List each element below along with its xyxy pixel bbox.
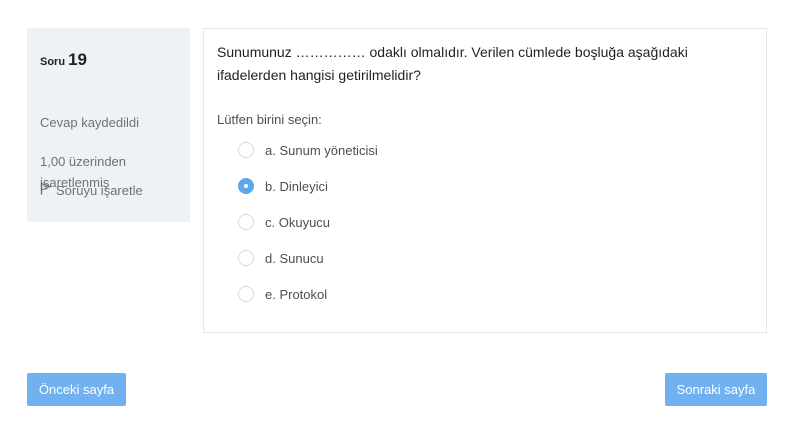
option-e[interactable]: e. Protokol (238, 286, 327, 302)
option-b-label: b. Dinleyici (265, 178, 328, 194)
question-label: Soru (40, 56, 66, 68)
radio-option-a[interactable] (238, 142, 254, 158)
flag-label: Soruyu işaretle (56, 182, 143, 198)
option-e-label: e. Protokol (265, 286, 328, 302)
question-number-value: 19 (68, 50, 87, 69)
question-number: Soru 19 (40, 50, 87, 70)
radio-option-e[interactable] (238, 286, 254, 302)
option-d-label: d. Sunucu (265, 250, 324, 266)
option-c[interactable]: c. Okuyucu (238, 214, 330, 230)
option-a[interactable]: a. Sunum yöneticisi (238, 142, 378, 158)
flag-icon (40, 182, 56, 198)
flag-question-link[interactable]: Soruyu işaretle (40, 182, 143, 198)
question-content: Sunumunuz …………… odaklı olmalıdır. Verile… (203, 28, 767, 333)
question-text: Sunumunuz …………… odaklı olmalıdır. Verile… (217, 44, 688, 83)
answer-prompt: Lütfen birini seçin: (217, 112, 322, 127)
option-a-label: a. Sunum yöneticisi (265, 142, 378, 158)
answer-state: Cevap kaydedildi (40, 115, 140, 130)
question-info-panel: Soru 19 Cevap kaydedildi 1,00 üzerinden i… (27, 28, 190, 222)
radio-option-b[interactable] (238, 178, 254, 194)
option-d[interactable]: d. Sunucu (238, 250, 324, 266)
radio-option-d[interactable] (238, 250, 254, 266)
next-page-button[interactable]: Sonraki sayfa (665, 373, 767, 406)
option-b[interactable]: b. Dinleyici (238, 178, 328, 194)
previous-page-button[interactable]: Önceki sayfa (27, 373, 126, 406)
option-c-label: c. Okuyucu (265, 214, 331, 230)
radio-option-c[interactable] (238, 214, 254, 230)
